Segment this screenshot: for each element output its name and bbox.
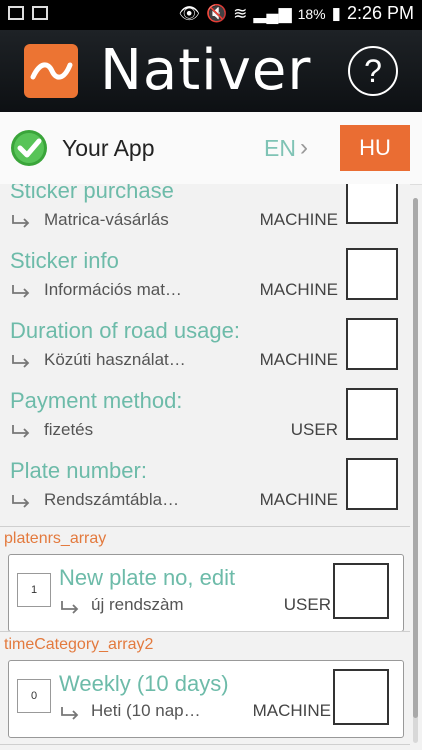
translation-source: MACHINE: [252, 701, 331, 720]
clock: 2:26 PM: [346, 3, 414, 23]
list-item[interactable]: Payment method: fizetés USER: [0, 386, 410, 457]
approve-checkbox[interactable]: [346, 458, 398, 510]
source-string: Sticker purchase: [10, 184, 174, 203]
divider: [0, 631, 410, 632]
source-string: Weekly (10 days): [59, 671, 229, 696]
translation-source: MACHINE: [259, 280, 338, 299]
reply-arrow-icon: [61, 707, 79, 720]
list-item[interactable]: Sticker info Információs mat… MACHINE: [0, 246, 410, 317]
translation-source: MACHINE: [259, 350, 338, 369]
reply-arrow-icon: [61, 601, 79, 614]
approve-checkbox[interactable]: [333, 669, 389, 725]
approve-checkbox[interactable]: [346, 184, 398, 224]
approve-checkbox[interactable]: [346, 248, 398, 300]
brand-title: Nativer: [100, 38, 312, 103]
translated-string: Heti (10 nap…: [91, 701, 201, 720]
app-name: Your App: [62, 135, 155, 161]
translated-string: Rendszámtábla…: [44, 490, 180, 509]
translated-string: fizetés: [44, 420, 94, 439]
scrollbar-thumb[interactable]: [413, 198, 418, 718]
image-notification-icon: [8, 6, 24, 20]
status-right: 👁 🔇 ≋ ▂▄▆ 18% ▮ 2:26 PM: [178, 3, 414, 24]
nativer-logo-icon: [24, 44, 78, 98]
source-string: Sticker info: [10, 248, 119, 273]
wifi-icon: ≋: [233, 3, 248, 23]
app-header: Nativer ?: [0, 30, 422, 112]
source-string: New plate no, edit: [59, 565, 236, 590]
source-string: Plate number:: [10, 458, 147, 483]
translation-source: MACHINE: [259, 490, 338, 509]
help-button[interactable]: ?: [348, 46, 398, 96]
array-item-card[interactable]: 0 Weekly (10 days) Heti (10 nap… MACHINE: [8, 660, 404, 738]
reply-arrow-icon: [12, 215, 30, 228]
approve-checkbox[interactable]: [346, 388, 398, 440]
translated-string: Közúti használat…: [44, 350, 186, 369]
check-icon: [11, 130, 47, 166]
battery-icon: ▮: [331, 3, 341, 23]
status-bar: 👁 🔇 ≋ ▂▄▆ 18% ▮ 2:26 PM: [0, 0, 422, 30]
source-string: Payment method:: [10, 388, 183, 413]
reply-arrow-icon: [12, 285, 30, 298]
translation-source: MACHINE: [259, 210, 338, 229]
array-index: 0: [17, 679, 51, 713]
target-language-button[interactable]: HU: [340, 125, 410, 171]
translated-string: Matrica-vásárlás: [44, 210, 169, 229]
source-language: EN: [264, 135, 296, 161]
reply-arrow-icon: [12, 425, 30, 438]
approve-checkbox[interactable]: [333, 563, 389, 619]
list-item[interactable]: Plate number: Rendszámtábla… MACHINE: [0, 456, 410, 527]
translation-source: USER: [283, 595, 331, 614]
source-string: Duration of road usage:: [10, 318, 240, 343]
app-selection-row: Your App EN › HU: [0, 112, 422, 185]
translated-string: új rendszàm: [91, 595, 184, 614]
reply-arrow-icon: [12, 355, 30, 368]
section-label: timeCategory_array2: [4, 636, 154, 653]
battery-percent: 18%: [297, 5, 326, 22]
list-item[interactable]: Sticker purchase Matrica-vásárlás MACHIN…: [0, 184, 410, 247]
string-list[interactable]: Sticker purchase Matrica-vásárlás MACHIN…: [0, 184, 410, 750]
signal-icon: ▂▄▆: [253, 3, 292, 23]
sim-notification-icon: [32, 6, 48, 20]
mute-icon: 🔇: [205, 3, 228, 23]
approve-checkbox[interactable]: [346, 318, 398, 370]
list-item[interactable]: Duration of road usage: Közúti használat…: [0, 316, 410, 387]
divider: [0, 744, 410, 745]
section-label: platenrs_array: [4, 530, 107, 547]
status-left: [8, 6, 48, 20]
chevron-right-icon: ›: [300, 134, 308, 161]
translation-source: USER: [290, 420, 338, 439]
array-item-card[interactable]: 1 New plate no, edit új rendszàm USER: [8, 554, 404, 632]
reply-arrow-icon: [12, 495, 30, 508]
eye-icon: 👁: [178, 3, 200, 23]
array-index: 1: [17, 573, 51, 607]
translated-string: Információs mat…: [44, 280, 182, 299]
